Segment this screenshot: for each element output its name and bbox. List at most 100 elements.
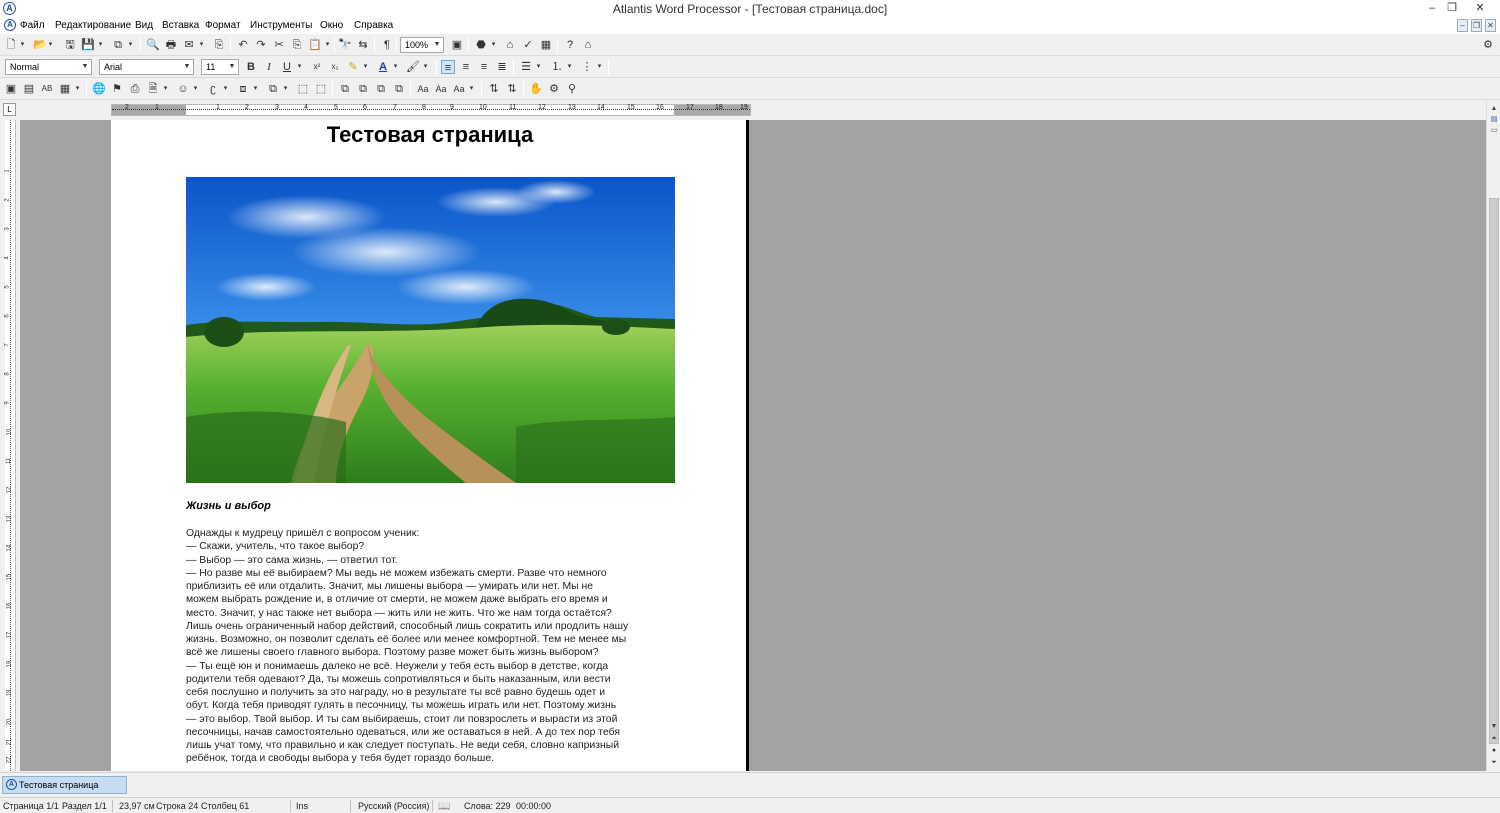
menu-view[interactable]: Вид xyxy=(135,20,153,31)
word-count-icon[interactable]: ▦ xyxy=(539,38,553,52)
copy-icon[interactable]: ⎘ xyxy=(290,38,304,52)
status-position[interactable]: 23,97 см xyxy=(119,801,155,811)
picture-icon[interactable]: ⧈ xyxy=(236,82,250,96)
paste-dropdown-icon[interactable]: ▾ xyxy=(324,38,331,52)
sort-ascending-icon[interactable]: ⇅ xyxy=(487,82,501,96)
hyperlink-dropdown-icon[interactable]: ▾ xyxy=(222,82,229,96)
close-button[interactable]: ✕ xyxy=(1466,0,1494,18)
print-icon[interactable]: 🖶 xyxy=(164,38,178,52)
vertical-scrollbar[interactable]: ▲ ▤ ▭ ▼ ⏶ ● ⏷ xyxy=(1486,101,1500,771)
menu-file[interactable]: Файл xyxy=(20,20,45,31)
hand-tool-icon[interactable]: ✋ xyxy=(529,82,543,96)
picture-dropdown-icon[interactable]: ▾ xyxy=(252,82,259,96)
underline-button[interactable]: U xyxy=(280,60,294,74)
browse-object-icon[interactable]: ● xyxy=(1488,745,1500,756)
font-color-icon[interactable]: A xyxy=(376,60,390,74)
scroll-down-icon[interactable]: ▼ xyxy=(1488,721,1500,732)
replace-icon[interactable]: ⇆ xyxy=(356,38,370,52)
accept-changes-icon[interactable]: ⧉ xyxy=(392,82,406,96)
menu-edit[interactable]: Редактирование xyxy=(55,20,131,31)
status-page[interactable]: Страница 1/1 xyxy=(3,801,59,811)
insert-file-icon[interactable]: 🗎 xyxy=(146,82,160,96)
whats-this-icon[interactable]: ⌂ xyxy=(581,38,595,52)
paste-icon[interactable]: 📋 xyxy=(308,38,322,52)
book-icon[interactable]: 📖 xyxy=(438,801,450,812)
save-dropdown-icon[interactable]: ▾ xyxy=(97,38,104,52)
save-all-icon[interactable]: ⧉ xyxy=(111,38,125,52)
multilevel-list-icon[interactable]: ⋮ xyxy=(580,60,594,74)
frame-icon[interactable]: ▣ xyxy=(4,82,18,96)
align-right-icon[interactable]: ≡ xyxy=(477,60,491,74)
menu-tools[interactable]: Инструменты xyxy=(250,20,312,31)
spellcheck-icon[interactable]: ✓ xyxy=(521,38,535,52)
find-icon[interactable]: 🔭 xyxy=(338,38,352,52)
mdi-restore-button[interactable]: ❐ xyxy=(1471,19,1482,32)
scroll-up-icon[interactable]: ▲ xyxy=(1488,103,1500,114)
hyperlink-icon[interactable]: ʗ xyxy=(206,82,220,96)
chevron-down-icon[interactable]: ▼ xyxy=(181,60,193,74)
restore-button[interactable]: ❐ xyxy=(1438,0,1466,18)
print-preview-icon[interactable]: 🔍 xyxy=(146,38,160,52)
page-view-icon[interactable]: ▤ xyxy=(1488,114,1500,125)
highlight-dropdown-icon[interactable]: ▾ xyxy=(362,60,369,74)
previous-page-icon[interactable]: ⏶ xyxy=(1488,733,1500,744)
header-icon[interactable]: ⬚ xyxy=(296,82,310,96)
footnote-icon[interactable]: ⧉ xyxy=(266,82,280,96)
menu-window[interactable]: Окно xyxy=(320,20,343,31)
split-icon[interactable]: ▭ xyxy=(1488,125,1500,136)
grow-font-icon[interactable]: Aa xyxy=(416,82,430,96)
bullets-dropdown-icon[interactable]: ▾ xyxy=(535,60,542,74)
email-icon[interactable]: ✉ xyxy=(182,38,196,52)
insert-object-icon[interactable]: ⬣ xyxy=(474,38,488,52)
document-tab[interactable]: A Тестовая страница xyxy=(2,776,127,794)
painter-dropdown-icon[interactable]: ▾ xyxy=(422,60,429,74)
help-icon[interactable]: ? xyxy=(563,38,577,52)
table-icon[interactable]: ▦ xyxy=(58,82,72,96)
page-break-icon[interactable]: ⎙ xyxy=(128,82,142,96)
table-dropdown-icon[interactable]: ▾ xyxy=(74,82,81,96)
email-dropdown-icon[interactable]: ▾ xyxy=(198,38,205,52)
bookmark-icon[interactable]: ⚑ xyxy=(110,82,124,96)
new-document-icon[interactable]: 🗋 xyxy=(4,38,18,52)
globe-icon[interactable]: 🌐 xyxy=(92,82,106,96)
document-heading[interactable]: Тестовая страница xyxy=(111,122,749,148)
subscript-button[interactable]: x₂ xyxy=(328,60,342,74)
status-word-count[interactable]: Слова: 229 xyxy=(464,801,511,811)
mdi-minimize-button[interactable]: – xyxy=(1457,19,1468,32)
font-size-select[interactable]: 11 ▼ xyxy=(201,59,239,75)
vertical-ruler[interactable]: 1 2 3 4 5 6 7 8 9 10 11 12 13 14 15 16 1… xyxy=(5,120,16,771)
scroll-thumb[interactable] xyxy=(1489,198,1499,744)
sort-descending-icon[interactable]: ⇅ xyxy=(505,82,519,96)
bold-button[interactable]: B xyxy=(244,60,258,74)
symbol-dropdown-icon[interactable]: ▾ xyxy=(192,82,199,96)
document-menu-icon[interactable]: A xyxy=(4,19,16,31)
send-icon[interactable]: ⎘ xyxy=(212,38,226,52)
status-line[interactable]: Строка 24 xyxy=(156,801,198,811)
zoom-select[interactable]: 100% ▼ xyxy=(400,37,444,53)
font-color-dropdown-icon[interactable]: ▾ xyxy=(392,60,399,74)
document-page[interactable]: Тестовая страница Жизнь и выбор Однажды … xyxy=(111,120,749,771)
tab-stop-selector[interactable]: L xyxy=(3,103,16,116)
align-center-icon[interactable]: ≡ xyxy=(459,60,473,74)
copy-format-icon[interactable]: ⧉ xyxy=(338,82,352,96)
insert-dropdown-icon[interactable]: ▾ xyxy=(162,82,169,96)
undo-icon[interactable]: ↶ xyxy=(236,38,250,52)
bullet-list-icon[interactable]: ☰ xyxy=(519,60,533,74)
menu-help[interactable]: Справка xyxy=(354,20,393,31)
open-folder-icon[interactable]: 📂 xyxy=(33,38,47,52)
numbered-list-icon[interactable]: ⒈ xyxy=(550,60,564,74)
menu-format[interactable]: Формат xyxy=(205,20,241,31)
status-language[interactable]: Русский (Россия) xyxy=(358,801,429,811)
new-dropdown-icon[interactable]: ▾ xyxy=(19,38,26,52)
font-select[interactable]: Arial ▼ xyxy=(99,59,194,75)
numbering-dropdown-icon[interactable]: ▾ xyxy=(566,60,573,74)
document-body[interactable]: Однажды к мудрецу пришёл с вопросом учен… xyxy=(186,527,681,766)
next-page-icon[interactable]: ⏷ xyxy=(1488,757,1500,768)
change-case-icon[interactable]: Aa xyxy=(452,82,466,96)
shrink-font-icon[interactable]: Aa xyxy=(434,82,448,96)
pilcrow-icon[interactable]: ¶ xyxy=(380,38,394,52)
document-subtitle[interactable]: Жизнь и выбор xyxy=(186,500,271,512)
horizontal-ruler[interactable]: 2 1 1 2 3 4 5 6 7 8 9 10 11 12 13 14 15 … xyxy=(111,104,751,116)
customize-toolbar-icon[interactable]: ⚙ xyxy=(1481,38,1495,52)
landscape-photo[interactable] xyxy=(186,177,675,483)
